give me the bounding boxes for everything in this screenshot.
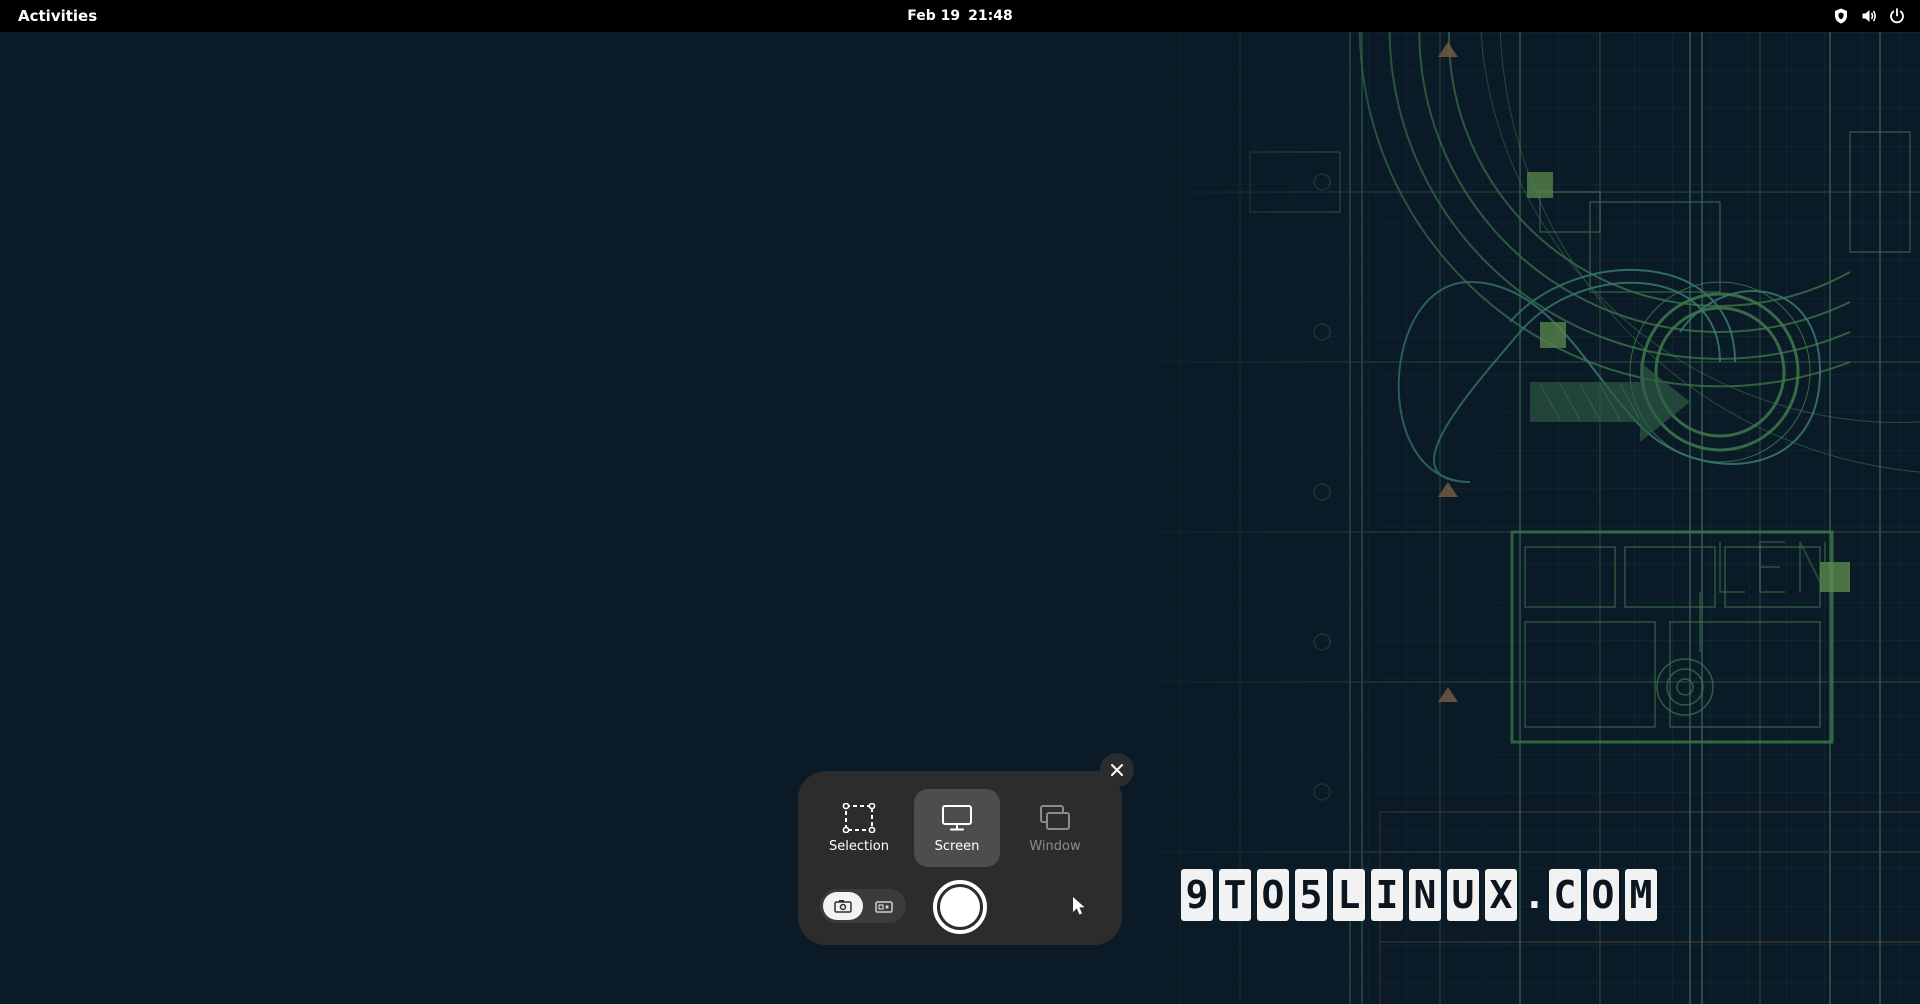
- window-mode-label: Window: [1029, 838, 1081, 854]
- close-screenshot-ui-button[interactable]: [1100, 753, 1134, 787]
- watermark-char: C: [1549, 869, 1581, 921]
- top-bar: Activities Feb 19 21:48: [0, 0, 1920, 32]
- clock-time: 21:48: [968, 8, 1013, 24]
- watermark-char: T: [1219, 869, 1251, 921]
- close-icon: [1111, 764, 1123, 776]
- screencast-type-button[interactable]: [864, 892, 904, 920]
- watermark-char: .: [1523, 873, 1546, 917]
- volume-icon: [1862, 10, 1876, 22]
- window-mode-button[interactable]: Window: [1012, 789, 1098, 867]
- capture-mode-selector: Selection Screen Window: [816, 789, 1098, 867]
- camera-icon: [834, 900, 852, 913]
- capture-button[interactable]: [933, 880, 987, 934]
- monitor-icon: [942, 804, 972, 830]
- watermark-char: 9: [1181, 869, 1213, 921]
- watermark-char: 5: [1295, 869, 1327, 921]
- pointer-icon: [1073, 897, 1085, 915]
- desktop: Activities Feb 19 21:48 Selection Screen…: [0, 0, 1920, 1004]
- watermark-char: O: [1257, 869, 1289, 921]
- watermark-char: X: [1485, 869, 1517, 921]
- selection-mode-label: Selection: [829, 838, 889, 854]
- selection-icon: [842, 802, 876, 833]
- screen-mode-button[interactable]: Screen: [914, 789, 1000, 867]
- watermark-char: M: [1625, 869, 1657, 921]
- clock-date: Feb 19: [907, 8, 961, 24]
- watermark-char: O: [1587, 869, 1619, 921]
- activities-button[interactable]: Activities: [18, 0, 97, 32]
- video-camera-icon: [875, 901, 893, 913]
- screenshot-type-button[interactable]: [823, 892, 863, 920]
- watermark-char: L: [1333, 869, 1365, 921]
- selection-mode-button[interactable]: Selection: [816, 789, 902, 867]
- shield-icon: [1835, 8, 1847, 24]
- show-pointer-toggle[interactable]: [1067, 894, 1091, 918]
- capture-button-inner: [940, 887, 980, 927]
- window-icon: [1040, 804, 1070, 830]
- screenshot-panel: Selection Screen Window: [798, 771, 1122, 945]
- date-time-clock[interactable]: Feb 19 21:48: [907, 0, 1012, 32]
- watermark-char: N: [1409, 869, 1441, 921]
- watermark-char: U: [1447, 869, 1479, 921]
- site-watermark: 9 T O 5 L I N U X . C O M: [1181, 869, 1657, 921]
- watermark-char: I: [1371, 869, 1403, 921]
- capture-type-toggle: [820, 889, 906, 923]
- system-tray[interactable]: [1832, 0, 1906, 32]
- power-icon: [1890, 8, 1904, 24]
- screen-mode-label: Screen: [934, 838, 980, 854]
